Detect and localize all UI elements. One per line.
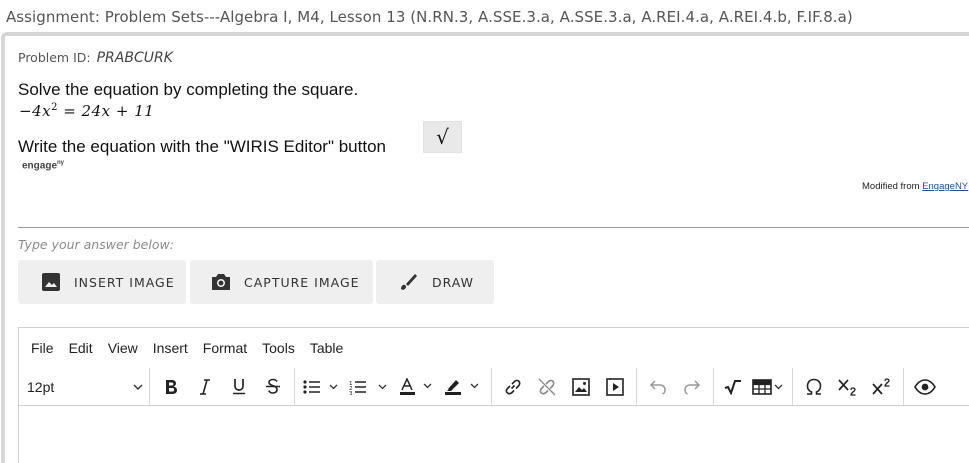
wiris-sqrt-icon: √ bbox=[423, 121, 462, 153]
undo-icon[interactable] bbox=[641, 372, 675, 402]
problem-id-label: Problem ID: bbox=[18, 50, 91, 65]
bold-icon[interactable] bbox=[154, 372, 188, 402]
image-icon[interactable] bbox=[564, 372, 598, 402]
italic-icon[interactable] bbox=[188, 372, 222, 402]
divider bbox=[18, 227, 969, 228]
draw-button[interactable]: DRAW bbox=[376, 260, 494, 304]
brush-icon bbox=[398, 271, 420, 293]
menu-tools[interactable]: Tools bbox=[262, 340, 295, 356]
capture-image-label: CAPTURE IMAGE bbox=[244, 274, 360, 290]
font-size-select[interactable]: 12pt bbox=[19, 372, 145, 402]
equation-exponent: 2 bbox=[51, 102, 58, 113]
equation-lhs: −4x bbox=[19, 102, 52, 120]
menu-table[interactable]: Table bbox=[310, 340, 343, 356]
numbered-list-icon[interactable]: 123 bbox=[343, 372, 395, 402]
preview-icon[interactable] bbox=[908, 372, 942, 402]
problem-id-value: PRABCURK bbox=[96, 50, 173, 66]
highlight-icon[interactable] bbox=[439, 372, 487, 402]
sqrt-symbol: √ bbox=[436, 125, 449, 149]
insert-image-button[interactable]: INSERT IMAGE bbox=[18, 260, 186, 304]
wiris-math-icon[interactable] bbox=[718, 372, 748, 402]
camera-icon bbox=[210, 271, 232, 293]
problem-id: Problem ID: PRABCURK bbox=[18, 50, 173, 66]
media-icon[interactable] bbox=[598, 372, 632, 402]
superscript-icon[interactable] bbox=[865, 372, 899, 402]
insert-image-label: INSERT IMAGE bbox=[74, 274, 175, 290]
underline-icon[interactable] bbox=[222, 372, 256, 402]
editor-toolbar: 12pt 123 bbox=[19, 368, 969, 406]
engageny-logo: engageny bbox=[22, 160, 65, 172]
modified-from-note: Modified from EngageNY bbox=[862, 181, 969, 192]
assignment-title: Assignment: Problem Sets---Algebra I, M4… bbox=[6, 8, 853, 26]
special-char-icon[interactable] bbox=[797, 372, 831, 402]
image-icon bbox=[40, 271, 62, 293]
strikethrough-icon[interactable] bbox=[256, 372, 290, 402]
menu-insert[interactable]: Insert bbox=[153, 340, 188, 356]
editor-menubar: File Edit View Insert Format Tools Table bbox=[19, 328, 969, 368]
menu-format[interactable]: Format bbox=[203, 340, 247, 356]
font-size-value: 12pt bbox=[27, 378, 55, 395]
equation-rhs: = 24x + 11 bbox=[57, 102, 155, 120]
text-color-icon[interactable] bbox=[395, 372, 439, 402]
draw-label: DRAW bbox=[432, 274, 475, 290]
engageny-link[interactable]: EngageNY bbox=[922, 181, 968, 192]
rich-text-editor[interactable]: File Edit View Insert Format Tools Table… bbox=[18, 327, 969, 463]
table-icon[interactable] bbox=[748, 372, 788, 402]
unlink-icon[interactable] bbox=[530, 372, 564, 402]
svg-text:3: 3 bbox=[349, 391, 353, 395]
menu-edit[interactable]: Edit bbox=[69, 340, 93, 356]
menu-file[interactable]: File bbox=[31, 340, 54, 356]
capture-image-button[interactable]: CAPTURE IMAGE bbox=[190, 260, 373, 304]
link-icon[interactable] bbox=[496, 372, 530, 402]
question-text: Solve the equation by completing the squ… bbox=[18, 80, 359, 99]
equation: −4x2 = 24x + 11 bbox=[19, 102, 154, 120]
chevron-down-icon bbox=[133, 384, 143, 390]
bullet-list-icon[interactable] bbox=[299, 372, 343, 402]
redo-icon[interactable] bbox=[675, 372, 709, 402]
answer-label: Type your answer below: bbox=[18, 237, 174, 252]
instruction-text: Write the equation with the "WIRIS Edito… bbox=[18, 137, 386, 156]
subscript-icon[interactable] bbox=[831, 372, 865, 402]
menu-view[interactable]: View bbox=[108, 340, 138, 356]
